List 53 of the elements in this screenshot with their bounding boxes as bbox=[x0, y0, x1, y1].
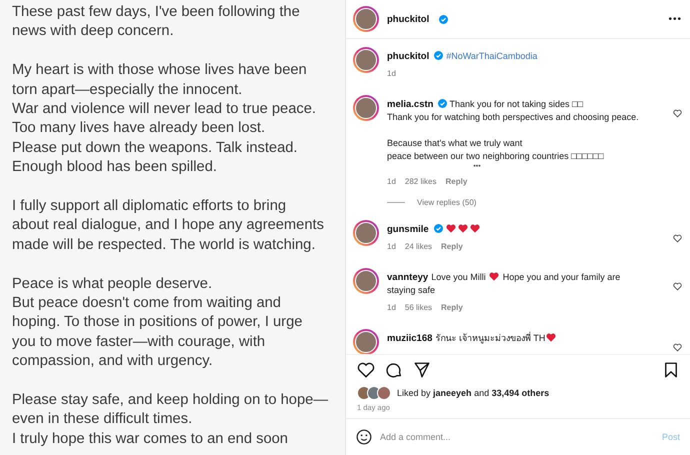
comment-time: 1d bbox=[387, 242, 396, 251]
avatar-icon[interactable] bbox=[353, 47, 379, 73]
bookmark-icon[interactable] bbox=[662, 361, 680, 379]
comment-input[interactable]: Add a comment... bbox=[378, 431, 656, 443]
heart-icon[interactable] bbox=[673, 234, 682, 243]
like-count: 24 likes bbox=[404, 242, 432, 251]
hashtag-link[interactable]: #NoWarThaiCambodia bbox=[446, 51, 538, 61]
username[interactable]: phuckitol bbox=[387, 14, 430, 24]
liker-avatars-icon bbox=[357, 386, 391, 400]
heart-icon[interactable] bbox=[357, 361, 375, 379]
comment-text: Love you Milli bbox=[431, 272, 487, 282]
username[interactable]: phuckitol bbox=[387, 51, 430, 62]
emoji-icon[interactable] bbox=[356, 429, 372, 445]
avatar-icon[interactable] bbox=[353, 6, 379, 32]
post-paragraph: I fully support all diplomatic efforts to bring about real dialogue, and I hope any agreements made will be respected. The world is watching. bbox=[12, 197, 324, 255]
comment-icon[interactable] bbox=[385, 361, 403, 379]
avatar-icon[interactable] bbox=[353, 95, 379, 121]
avatar-icon[interactable] bbox=[353, 220, 379, 246]
comment-time: 1d bbox=[387, 303, 396, 312]
username[interactable]: melia.cstn bbox=[387, 99, 434, 110]
heart-icon[interactable] bbox=[673, 109, 682, 118]
post-paragraph: My heart is with those whose lives have been torn apart—especially the innocent. War and violence will never lead to true peace. Too many lives have already been lost. Please put down the weapons. Talk instead. Enough blood has been spilled. bbox=[12, 61, 316, 178]
comment-text: รักนะ เจ้าหนูมะม่วงของพี่ TH bbox=[435, 333, 546, 343]
username[interactable]: gunsmile bbox=[387, 224, 429, 235]
heart-icon bbox=[446, 224, 456, 233]
heart-icon bbox=[489, 272, 500, 281]
comment-text: Thank you for watching both perspectives and choosing peace. Because that's what we truly want peace between our two neighboring countries □□□□□□ bbox=[387, 111, 639, 163]
post-paragraph: Please stay safe, and keep holding on to hope— even in these difficult times. I truly hope this war comes to an end soon bbox=[12, 391, 328, 449]
like-count: 282 likes bbox=[404, 177, 436, 186]
comment-text: Hope you and your family are bbox=[502, 272, 620, 282]
share-icon[interactable] bbox=[413, 361, 431, 379]
view-replies-link[interactable]: View replies (50) bbox=[417, 198, 476, 207]
heart-icon bbox=[470, 224, 480, 233]
comment-time: 1d bbox=[387, 177, 396, 186]
post-paragraph: Peace is what people deserve. But peace doesn't come from waiting and hoping. To those in positions of power, I urge you to move faster—with courage, with compassion, and with urgency. bbox=[12, 274, 302, 372]
heart-icon bbox=[546, 333, 556, 342]
username[interactable]: muziic168 bbox=[387, 333, 432, 344]
reply-link[interactable]: Reply bbox=[441, 242, 463, 251]
reply-link[interactable]: Reply bbox=[441, 303, 463, 312]
avatar-icon[interactable] bbox=[353, 329, 379, 354]
heart-icon[interactable] bbox=[673, 282, 682, 291]
heart-icon[interactable] bbox=[673, 343, 682, 352]
reply-link[interactable]: Reply bbox=[445, 177, 468, 186]
comment-time: 1d bbox=[387, 69, 396, 78]
likes-summary[interactable]: Liked by janeeyeh and 33,494 others bbox=[397, 388, 550, 398]
avatar-icon[interactable] bbox=[353, 268, 379, 294]
username[interactable]: vannteyy bbox=[387, 272, 428, 283]
post-paragraph: These past few days, I've been following the news with deep concern. bbox=[12, 3, 300, 42]
more-options-button[interactable]: ••• bbox=[668, 14, 682, 24]
like-count: 56 likes bbox=[404, 303, 432, 312]
comment-text: staying safe bbox=[387, 284, 436, 297]
comment-text: Thank you for not taking sides □□ bbox=[449, 99, 583, 109]
heart-icon bbox=[458, 224, 468, 233]
